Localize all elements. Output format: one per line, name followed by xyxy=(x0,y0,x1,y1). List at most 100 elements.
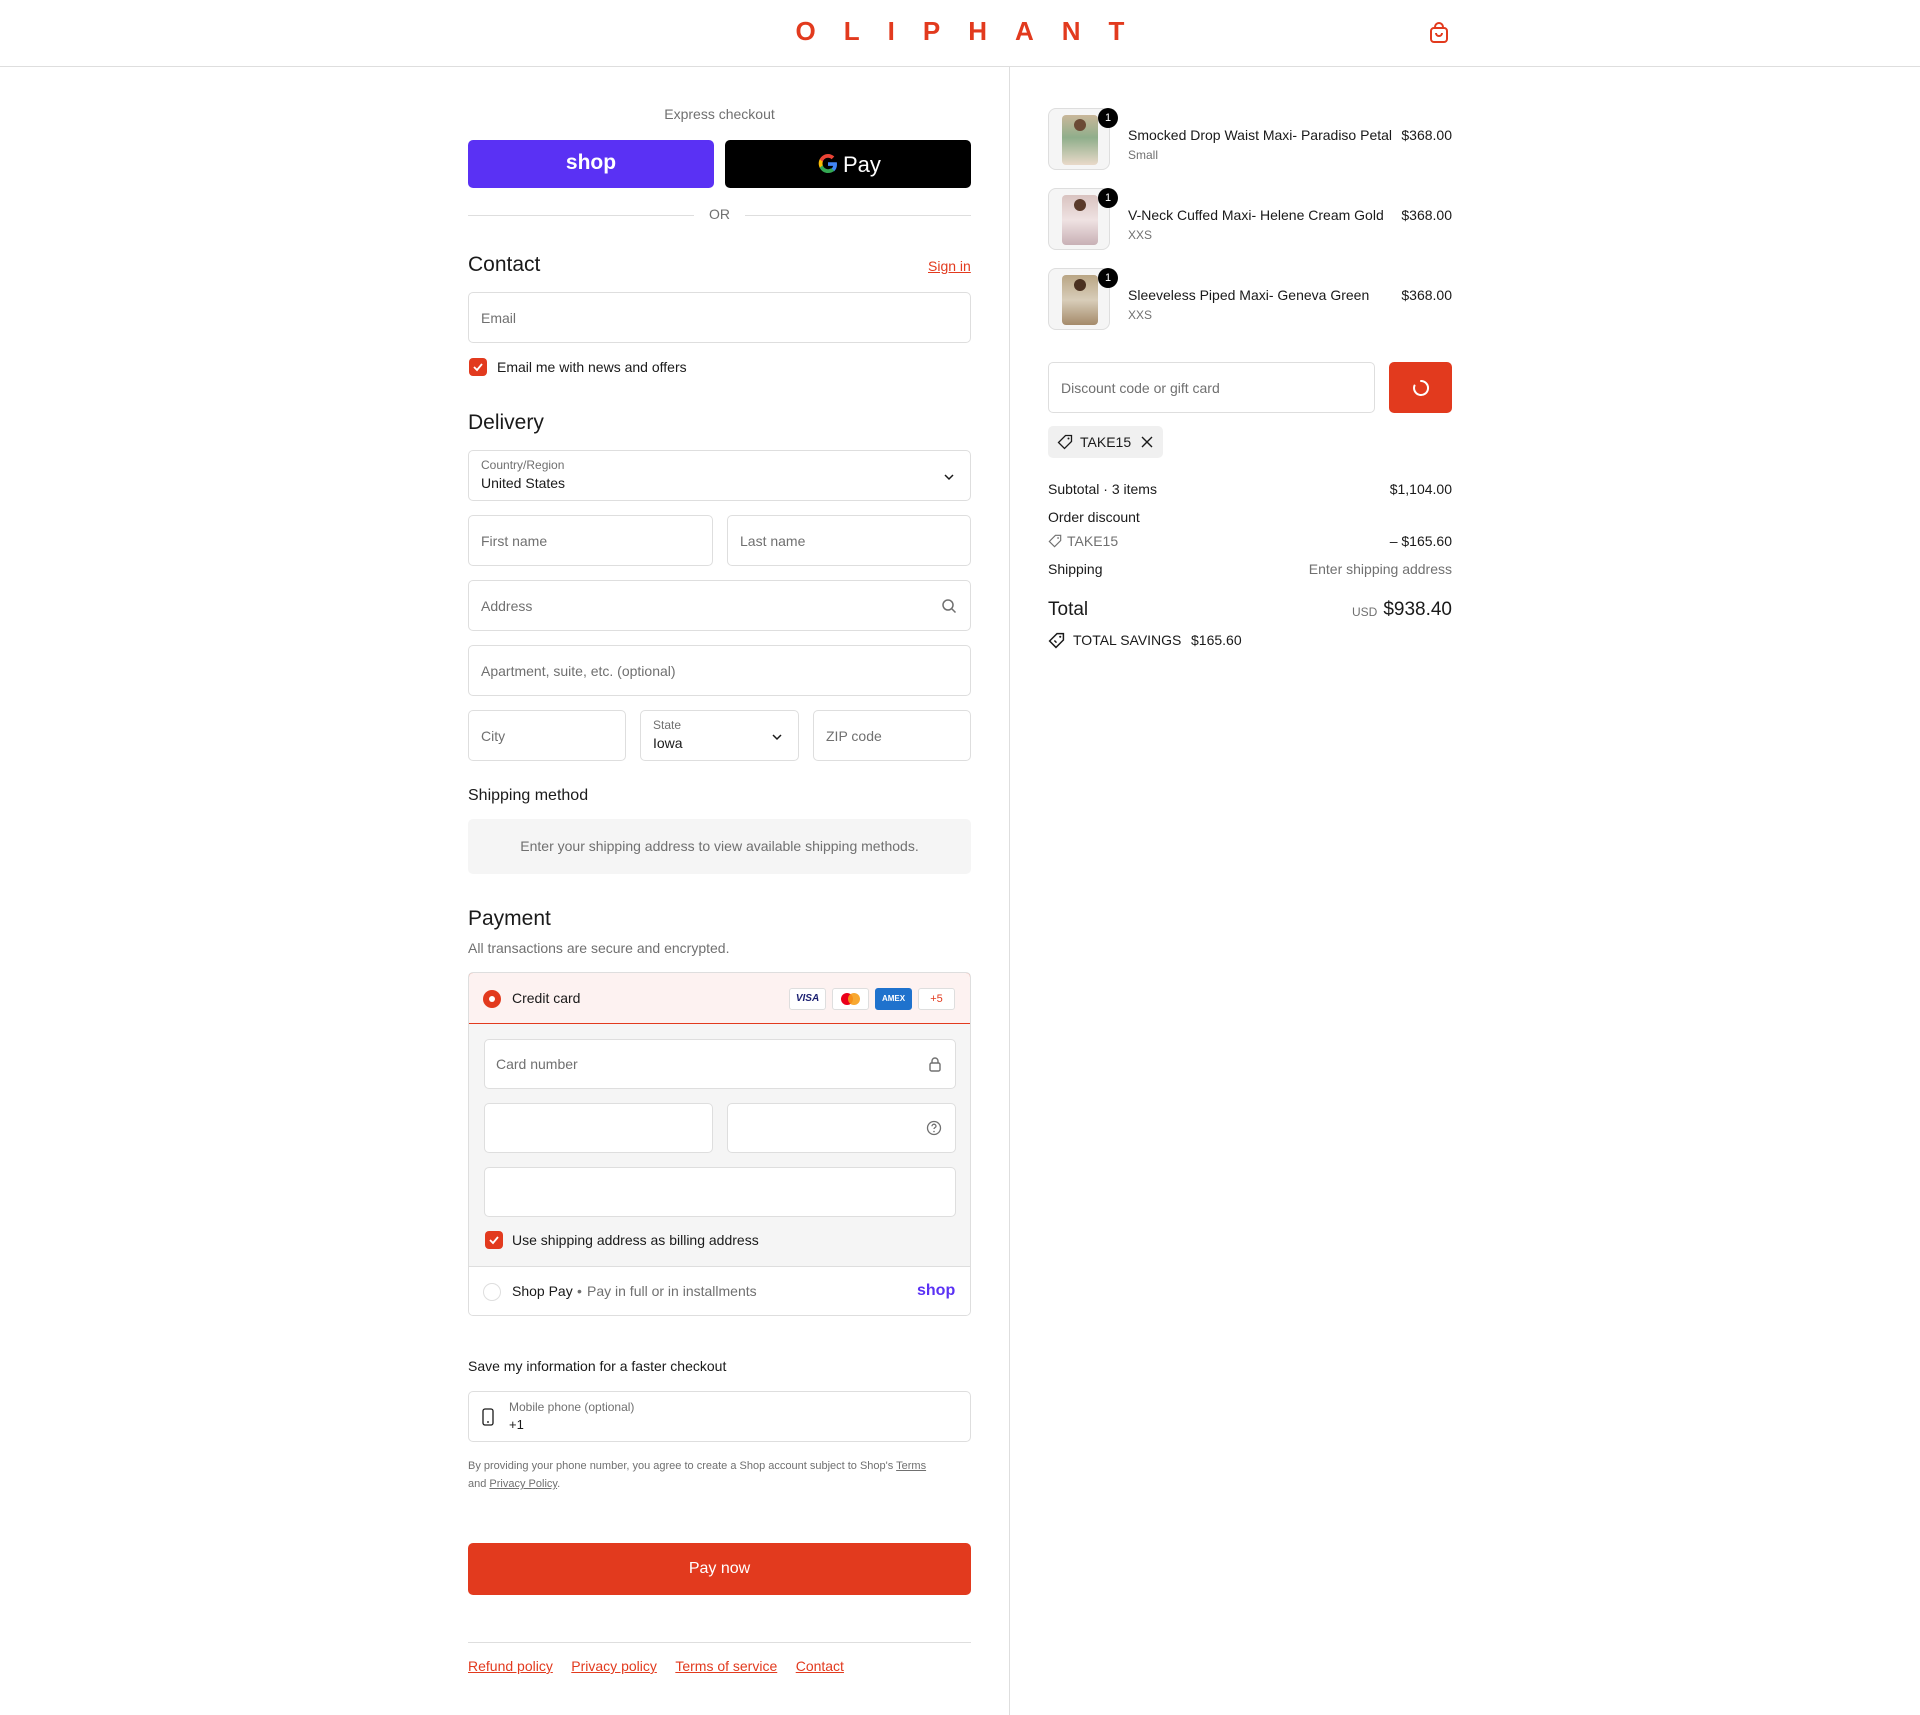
news-checkbox-label: Email me with news and offers xyxy=(497,359,687,375)
total-savings-label: TOTAL SAVINGS xyxy=(1073,632,1182,648)
discount-code-placeholder: Discount code or gift card xyxy=(1061,380,1220,396)
address-field[interactable]: Address xyxy=(468,580,971,631)
security-code-field[interactable] xyxy=(727,1103,956,1153)
state-select[interactable]: State Iowa xyxy=(640,710,799,761)
express-checkout-label: Express checkout xyxy=(664,106,775,122)
bullet-separator: • xyxy=(577,1283,582,1299)
country-select[interactable]: Country/Region United States xyxy=(468,450,971,501)
product-name: Sleeveless Piped Maxi- Geneva Green xyxy=(1128,287,1370,303)
refund-policy-link[interactable]: Refund policy xyxy=(468,1658,553,1674)
zip-field[interactable]: ZIP code xyxy=(813,710,971,761)
tag-icon xyxy=(1057,434,1073,450)
news-checkbox[interactable] xyxy=(469,358,487,376)
apartment-placeholder: Apartment, suite, etc. (optional) xyxy=(481,663,676,679)
credit-card-label: Credit card xyxy=(512,990,581,1006)
subtotal-value: $1,104.00 xyxy=(1389,481,1452,497)
state-value: Iowa xyxy=(653,735,683,751)
applied-code-label: TAKE15 xyxy=(1080,434,1132,450)
footer-divider xyxy=(468,1642,971,1643)
delivery-heading: Delivery xyxy=(468,411,544,434)
chevron-down-icon xyxy=(944,474,954,481)
apply-discount-button[interactable] xyxy=(1389,362,1452,413)
visa-icon: VISA xyxy=(789,988,826,1010)
pay-now-button[interactable]: Pay now xyxy=(468,1543,971,1595)
product-variant: Small xyxy=(1128,148,1159,162)
shipping-method-message: Enter your shipping address to view avai… xyxy=(520,838,919,854)
checkmark-icon xyxy=(473,363,483,372)
or-divider-right xyxy=(745,215,971,216)
search-icon xyxy=(942,599,957,614)
shop-pay-option[interactable]: Shop Pay • Pay in full or in installment… xyxy=(469,1266,970,1315)
order-discount-label: Order discount xyxy=(1048,509,1140,525)
product-price: $368.00 xyxy=(1401,127,1452,143)
checkmark-icon xyxy=(489,1236,499,1245)
savings-tag-icon xyxy=(1048,632,1065,649)
expiration-date-field[interactable] xyxy=(484,1103,713,1153)
sign-in-link[interactable]: Sign in xyxy=(928,258,971,274)
amex-icon: AMEX xyxy=(875,988,912,1010)
legal-prefix: By providing your phone number, you agre… xyxy=(468,1460,894,1472)
zip-placeholder: ZIP code xyxy=(826,728,882,744)
credit-card-radio[interactable] xyxy=(483,990,501,1008)
shop-pay-logo: shop xyxy=(565,151,617,174)
or-label: OR xyxy=(709,206,730,222)
brand-logo[interactable]: OLIPHANT xyxy=(0,16,1920,47)
discount-value: – $165.60 xyxy=(1389,533,1452,549)
shipping-method-heading: Shipping method xyxy=(468,787,589,804)
save-info-heading: Save my information for a faster checkou… xyxy=(468,1358,727,1374)
shipping-value: Enter shipping address xyxy=(1308,561,1452,577)
contact-link[interactable]: Contact xyxy=(796,1658,844,1674)
total-label: Total xyxy=(1048,599,1089,620)
mobile-phone-icon xyxy=(482,1408,494,1426)
shipping-label: Shipping xyxy=(1048,561,1103,577)
city-field[interactable]: City xyxy=(468,710,626,761)
pay-now-label: Pay now xyxy=(688,1560,751,1577)
header: OLIPHANT xyxy=(0,0,1920,67)
shop-pay-button[interactable]: shop xyxy=(468,140,714,188)
last-name-placeholder: Last name xyxy=(740,533,806,549)
quantity-badge: 1 xyxy=(1098,188,1118,208)
mastercard-icon xyxy=(832,988,869,1010)
email-placeholder: Email xyxy=(481,310,517,326)
tag-icon xyxy=(1048,534,1062,548)
applied-discount-tag: TAKE15 xyxy=(1048,426,1163,458)
quantity-badge: 1 xyxy=(1098,108,1118,128)
name-on-card-field[interactable] xyxy=(484,1167,956,1217)
mobile-phone-value: +1 xyxy=(509,1417,524,1432)
card-number-placeholder: Card number xyxy=(496,1056,578,1072)
shop-pay-radio[interactable] xyxy=(483,1283,501,1301)
apartment-field[interactable]: Apartment, suite, etc. (optional) xyxy=(468,645,971,696)
first-name-placeholder: First name xyxy=(481,533,548,549)
state-label: State xyxy=(653,718,682,732)
billing-same-label: Use shipping address as billing address xyxy=(512,1232,759,1248)
payment-subtitle: All transactions are secure and encrypte… xyxy=(468,940,730,956)
footer-links: Refund policy Privacy policy Terms of se… xyxy=(468,1658,971,1676)
credit-card-option[interactable]: Credit card VISA AMEX +5 xyxy=(469,973,970,1024)
shopping-bag-icon[interactable] xyxy=(1428,22,1450,44)
discount-code-field[interactable]: Discount code or gift card xyxy=(1048,362,1375,413)
terms-of-service-link[interactable]: Terms of service xyxy=(675,1658,777,1674)
email-field[interactable]: Email xyxy=(468,292,971,343)
address-placeholder: Address xyxy=(481,598,533,614)
google-pay-button[interactable]: Pay xyxy=(725,140,971,188)
card-number-field[interactable]: Card number xyxy=(484,1039,956,1089)
or-divider-left xyxy=(468,215,694,216)
discount-code-applied: TAKE15 xyxy=(1067,533,1119,549)
privacy-policy-footer-link[interactable]: Privacy policy xyxy=(571,1658,657,1674)
city-placeholder: City xyxy=(481,728,506,744)
loading-spinner-icon xyxy=(1413,379,1430,396)
mobile-phone-field[interactable]: Mobile phone (optional) +1 xyxy=(468,1391,971,1442)
product-variant: XXS xyxy=(1128,308,1153,322)
terms-link[interactable]: Terms xyxy=(896,1460,926,1472)
help-circle-icon[interactable] xyxy=(926,1120,942,1136)
product-price: $368.00 xyxy=(1401,287,1452,303)
mobile-phone-label: Mobile phone (optional) xyxy=(509,1400,635,1414)
shop-pay-label: Shop Pay xyxy=(512,1283,573,1299)
privacy-policy-link[interactable]: Privacy Policy xyxy=(489,1478,557,1490)
billing-same-checkbox[interactable] xyxy=(485,1231,503,1249)
first-name-field[interactable]: First name xyxy=(468,515,713,566)
last-name-field[interactable]: Last name xyxy=(727,515,971,566)
column-divider xyxy=(1009,67,1010,1715)
close-icon[interactable] xyxy=(1141,436,1153,448)
subtotal-label: Subtotal · 3 items xyxy=(1048,481,1157,497)
